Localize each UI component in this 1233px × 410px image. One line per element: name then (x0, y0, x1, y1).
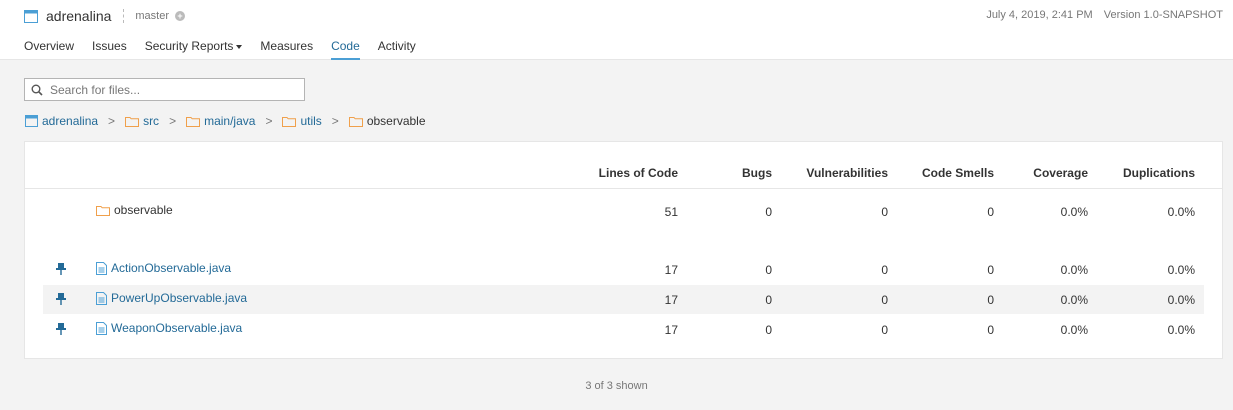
breadcrumb-label: adrenalina (42, 114, 99, 128)
results-count: 3 of 3 shown (0, 380, 1233, 392)
column-header-bugs[interactable]: Bugs (742, 166, 772, 180)
cell-loc[interactable]: 51 (665, 205, 678, 219)
cell-vulnerabilities[interactable]: 0 (881, 205, 888, 219)
add-branch-icon[interactable]: + (175, 11, 186, 21)
cell-vulnerabilities[interactable]: 0 (881, 323, 888, 337)
search-input[interactable] (50, 82, 290, 97)
file-name[interactable]: WeaponObservable.java (96, 321, 242, 335)
project-icon (24, 9, 38, 23)
search-box (24, 78, 305, 101)
file-icon (96, 261, 107, 275)
analysis-meta: July 4, 2019, 2:41 PM Version 1.0-SNAPSH… (978, 9, 1223, 21)
breadcrumb-project[interactable]: adrenalina (25, 114, 98, 128)
file-link[interactable]: PowerUpObservable.java (111, 291, 247, 305)
branch-icon (123, 9, 125, 23)
project-version: Version 1.0-SNAPSHOT (1103, 9, 1223, 21)
cell-vulnerabilities[interactable]: 0 (881, 293, 888, 307)
pin-icon[interactable] (56, 293, 66, 305)
column-header-code-smells[interactable]: Code Smells (922, 166, 994, 180)
cell-loc[interactable]: 17 (665, 323, 678, 337)
breadcrumb-separator: > (265, 114, 273, 128)
column-header-duplications[interactable]: Duplications (1123, 166, 1195, 180)
pin-icon[interactable] (56, 323, 66, 335)
project-nav: Overview Issues Security Reports Measure… (24, 39, 434, 60)
cell-code-smells[interactable]: 0 (987, 263, 994, 277)
breadcrumb-separator: > (331, 114, 339, 128)
breadcrumb-separator: > (108, 114, 116, 128)
dir-name-label: observable (114, 203, 173, 217)
folder-icon (282, 116, 297, 127)
file-icon (96, 291, 107, 305)
code-table: Lines of Code Bugs Vulnerabilities Code … (24, 141, 1223, 359)
table-row: PowerUpObservable.java 17 0 0 0 0.0% 0.0… (43, 285, 1204, 314)
column-header-vulnerabilities[interactable]: Vulnerabilities (806, 166, 888, 180)
cell-coverage[interactable]: 0.0% (1061, 205, 1088, 219)
cell-duplications[interactable]: 0.0% (1168, 323, 1195, 337)
cell-code-smells[interactable]: 0 (987, 323, 994, 337)
cell-bugs[interactable]: 0 (765, 293, 772, 307)
cell-code-smells[interactable]: 0 (987, 205, 994, 219)
pin-icon[interactable] (56, 263, 66, 275)
tab-code[interactable]: Code (331, 39, 360, 60)
breadcrumb-label: src (143, 114, 160, 128)
project-icon (25, 115, 38, 127)
search-icon (31, 84, 43, 96)
results-count-label: 3 of 3 shown (585, 380, 648, 392)
file-icon (96, 321, 107, 335)
project-row: adrenalina master + (24, 6, 186, 26)
tab-measures[interactable]: Measures (260, 39, 313, 60)
project-name[interactable]: adrenalina (46, 8, 111, 24)
file-link[interactable]: ActionObservable.java (111, 261, 231, 275)
file-name[interactable]: ActionObservable.java (96, 261, 231, 275)
breadcrumb-observable: observable (348, 114, 426, 128)
breadcrumb: adrenalina > src > main/java > utils > o… (25, 114, 426, 128)
tab-security-reports-label: Security Reports (144, 39, 234, 53)
project-header: adrenalina master + July 4, 2019, 2:41 P… (0, 0, 1233, 60)
cell-duplications[interactable]: 0.0% (1168, 263, 1195, 277)
column-header-loc[interactable]: Lines of Code (599, 166, 678, 180)
breadcrumb-label: utils (300, 114, 322, 128)
breadcrumb-label: main/java (204, 114, 256, 128)
dir-name: observable (96, 203, 173, 217)
file-name[interactable]: PowerUpObservable.java (96, 291, 247, 305)
table-row: ActionObservable.java 17 0 0 0 0.0% 0.0% (43, 255, 1204, 284)
folder-icon (186, 116, 201, 127)
folder-icon (348, 116, 363, 127)
breadcrumb-utils[interactable]: utils (282, 114, 322, 128)
tab-activity[interactable]: Activity (378, 39, 416, 60)
breadcrumb-label: observable (366, 114, 426, 128)
cell-vulnerabilities[interactable]: 0 (881, 263, 888, 277)
chevron-down-icon (236, 44, 243, 49)
tab-issues[interactable]: Issues (92, 39, 127, 60)
cell-duplications[interactable]: 0.0% (1168, 205, 1195, 219)
file-link[interactable]: WeaponObservable.java (111, 321, 242, 335)
cell-coverage[interactable]: 0.0% (1061, 293, 1088, 307)
breadcrumb-src[interactable]: src (125, 114, 159, 128)
cell-loc[interactable]: 17 (665, 293, 678, 307)
branch-name[interactable]: master (135, 10, 169, 22)
cell-coverage[interactable]: 0.0% (1061, 323, 1088, 337)
cell-coverage[interactable]: 0.0% (1061, 263, 1088, 277)
cell-loc[interactable]: 17 (665, 263, 678, 277)
cell-duplications[interactable]: 0.0% (1168, 293, 1195, 307)
cell-bugs[interactable]: 0 (765, 323, 772, 337)
cell-bugs[interactable]: 0 (765, 263, 772, 277)
breadcrumb-separator: > (169, 114, 177, 128)
header-divider (25, 188, 1222, 189)
folder-icon (125, 116, 140, 127)
analysis-date: July 4, 2019, 2:41 PM (986, 9, 1093, 21)
breadcrumb-main-java[interactable]: main/java (186, 114, 255, 128)
tab-overview[interactable]: Overview (24, 39, 74, 60)
folder-icon (96, 205, 110, 216)
column-header-coverage[interactable]: Coverage (1033, 166, 1088, 180)
tab-security-reports[interactable]: Security Reports (145, 39, 243, 60)
cell-code-smells[interactable]: 0 (987, 293, 994, 307)
table-row-base: observable 51 0 0 0 0.0% 0.0% (43, 197, 1204, 226)
table-row: WeaponObservable.java 17 0 0 0 0.0% 0.0% (43, 315, 1204, 344)
cell-bugs[interactable]: 0 (765, 205, 772, 219)
